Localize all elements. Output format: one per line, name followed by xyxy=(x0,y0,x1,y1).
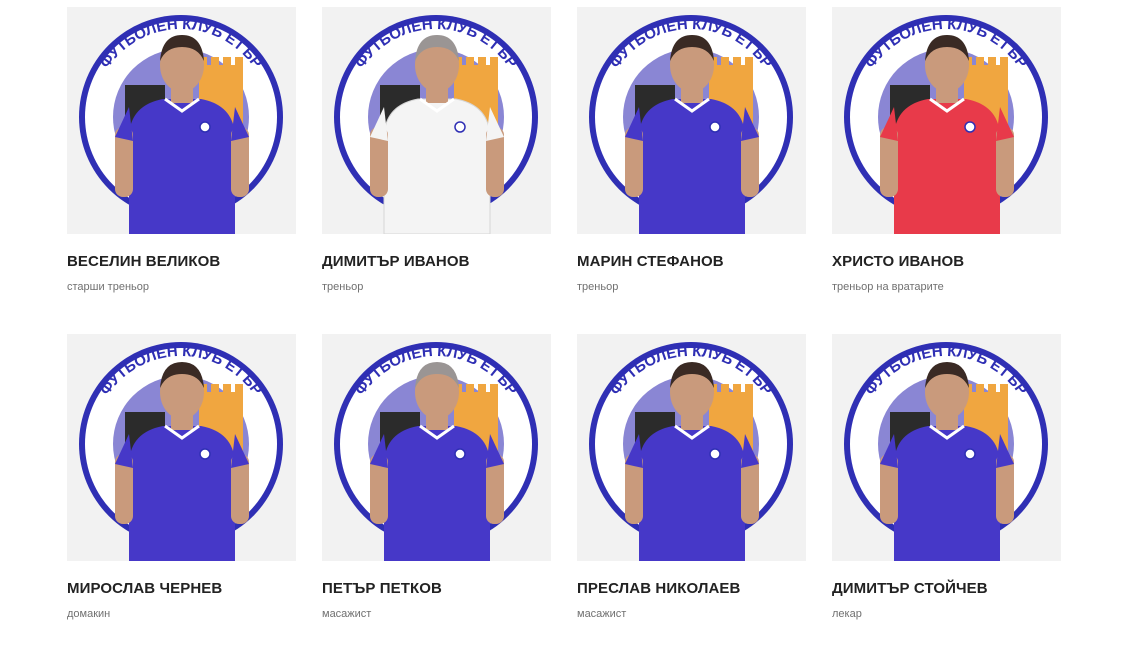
crest-battlement xyxy=(976,384,984,394)
staff-photo[interactable]: ФУТБОЛЕН КЛУБ ЕТЪРВЕЛИКО ТЪРНОВО xyxy=(322,334,551,561)
crest-battlement xyxy=(976,57,984,67)
staff-name[interactable]: ВЕСЕЛИН ВЕЛИКОВ xyxy=(67,253,220,270)
club-badge-icon xyxy=(199,121,211,133)
club-badge-icon xyxy=(964,448,976,460)
club-badge-icon xyxy=(709,448,721,460)
club-crest-backdrop: ФУТБОЛЕН КЛУБ ЕТЪРВЕЛИКО ТЪРНОВО xyxy=(589,15,793,234)
club-badge-icon xyxy=(454,121,466,133)
staff-name[interactable]: МАРИН СТЕФАНОВ xyxy=(577,253,724,270)
staff-name[interactable]: ПРЕСЛАВ НИКОЛАЕВ xyxy=(577,580,740,597)
club-badge-icon xyxy=(709,121,721,133)
club-crest-backdrop: ФУТБОЛЕН КЛУБ ЕТЪРВЕЛИКО ТЪРНОВО xyxy=(79,15,283,234)
club-crest-backdrop: ФУТБОЛЕН КЛУБ ЕТЪРВЕЛИКО ТЪРНОВО xyxy=(844,342,1048,561)
club-crest-backdrop: ФУТБОЛЕН КЛУБ ЕТЪРВЕЛИКО ТЪРНОВО xyxy=(589,342,793,561)
crest-battlement xyxy=(988,57,996,67)
shirt xyxy=(383,98,491,234)
shirt xyxy=(639,426,745,561)
staff-card[interactable]: ФУТБОЛЕН КЛУБ ЕТЪРВЕЛИКО ТЪРНОВО МИРОСЛАВ… xyxy=(67,334,296,661)
crest-battlement xyxy=(478,384,486,394)
staff-card[interactable]: ФУТБОЛЕН КЛУБ ЕТЪРВЕЛИКО ТЪРНОВО ДИМИТЪР … xyxy=(322,7,551,334)
club-crest-backdrop: ФУТБОЛЕН КЛУБ ЕТЪРВЕЛИКО ТЪРНОВО xyxy=(79,342,283,561)
staff-photo[interactable]: ФУТБОЛЕН КЛУБ ЕТЪРВЕЛИКО ТЪРНОВО xyxy=(67,334,296,561)
staff-name[interactable]: ДИМИТЪР ИВАНОВ xyxy=(322,253,470,270)
staff-card[interactable]: ФУТБОЛЕН КЛУБ ЕТЪРВЕЛИКО ТЪРНОВО ДИМИТЪР … xyxy=(832,334,1061,661)
crest-battlement xyxy=(733,384,741,394)
crest-battlement xyxy=(223,57,231,67)
staff-role: лекар xyxy=(832,608,862,620)
staff-photo[interactable]: ФУТБОЛЕН КЛУБ ЕТЪРВЕЛИКО ТЪРНОВО xyxy=(322,7,551,234)
club-badge-icon xyxy=(454,448,466,460)
shirt xyxy=(894,426,1000,561)
crest-battlement xyxy=(721,57,729,67)
staff-name[interactable]: ХРИСТО ИВАНОВ xyxy=(832,253,964,270)
staff-role: треньор xyxy=(322,281,364,293)
crest-battlement xyxy=(733,57,741,67)
staff-card[interactable]: ФУТБОЛЕН КЛУБ ЕТЪРВЕЛИКО ТЪРНОВО МАРИН СТ… xyxy=(577,7,806,334)
crest-battlement xyxy=(466,384,474,394)
shirt xyxy=(639,99,745,234)
staff-role: масажист xyxy=(322,608,372,620)
crest-battlement xyxy=(478,57,486,67)
crest-battlement xyxy=(721,384,729,394)
club-crest-backdrop: ФУТБОЛЕН КЛУБ ЕТЪРВЕЛИКО ТЪРНОВО xyxy=(334,342,538,561)
staff-role: масажист xyxy=(577,608,627,620)
crest-battlement xyxy=(211,57,219,67)
staff-photo[interactable]: ФУТБОЛЕН КЛУБ ЕТЪРВЕЛИКО ТЪРНОВО xyxy=(67,7,296,234)
club-crest-backdrop: ФУТБОЛЕН КЛУБ ЕТЪРВЕЛИКО ТЪРНОВО xyxy=(334,15,538,234)
staff-card[interactable]: ФУТБОЛЕН КЛУБ ЕТЪРВЕЛИКО ТЪРНОВО ХРИСТО И… xyxy=(832,7,1061,334)
staff-role: треньор на вратарите xyxy=(832,281,944,293)
staff-card[interactable]: ФУТБОЛЕН КЛУБ ЕТЪРВЕЛИКО ТЪРНОВО ПРЕСЛАВ … xyxy=(577,334,806,661)
staff-name[interactable]: ПЕТЪР ПЕТКОВ xyxy=(322,580,442,597)
club-badge-icon xyxy=(199,448,211,460)
staff-card[interactable]: ФУТБОЛЕН КЛУБ ЕТЪРВЕЛИКО ТЪРНОВО ПЕТЪР ПЕ… xyxy=(322,334,551,661)
club-badge-icon xyxy=(964,121,976,133)
shirt xyxy=(129,99,235,234)
staff-card[interactable]: ФУТБОЛЕН КЛУБ ЕТЪРВЕЛИКО ТЪРНОВО ВЕСЕЛИН … xyxy=(67,7,296,334)
staff-name[interactable]: МИРОСЛАВ ЧЕРНЕВ xyxy=(67,580,222,597)
staff-photo[interactable]: ФУТБОЛЕН КЛУБ ЕТЪРВЕЛИКО ТЪРНОВО xyxy=(577,334,806,561)
crest-battlement xyxy=(466,57,474,67)
staff-name[interactable]: ДИМИТЪР СТОЙЧЕВ xyxy=(832,580,988,597)
staff-grid: ФУТБОЛЕН КЛУБ ЕТЪРВЕЛИКО ТЪРНОВО ВЕСЕЛИН … xyxy=(67,7,1061,661)
staff-photo[interactable]: ФУТБОЛЕН КЛУБ ЕТЪРВЕЛИКО ТЪРНОВО xyxy=(832,334,1061,561)
shirt xyxy=(894,99,1000,234)
staff-photo[interactable]: ФУТБОЛЕН КЛУБ ЕТЪРВЕЛИКО ТЪРНОВО xyxy=(832,7,1061,234)
staff-role: треньор xyxy=(577,281,619,293)
shirt xyxy=(129,426,235,561)
crest-battlement xyxy=(223,384,231,394)
club-crest-backdrop: ФУТБОЛЕН КЛУБ ЕТЪРВЕЛИКО ТЪРНОВО xyxy=(844,15,1048,234)
staff-role: старши треньор xyxy=(67,281,149,293)
staff-role: домакин xyxy=(67,608,111,620)
crest-battlement xyxy=(988,384,996,394)
crest-battlement xyxy=(211,384,219,394)
staff-photo[interactable]: ФУТБОЛЕН КЛУБ ЕТЪРВЕЛИКО ТЪРНОВО xyxy=(577,7,806,234)
shirt xyxy=(384,426,490,561)
